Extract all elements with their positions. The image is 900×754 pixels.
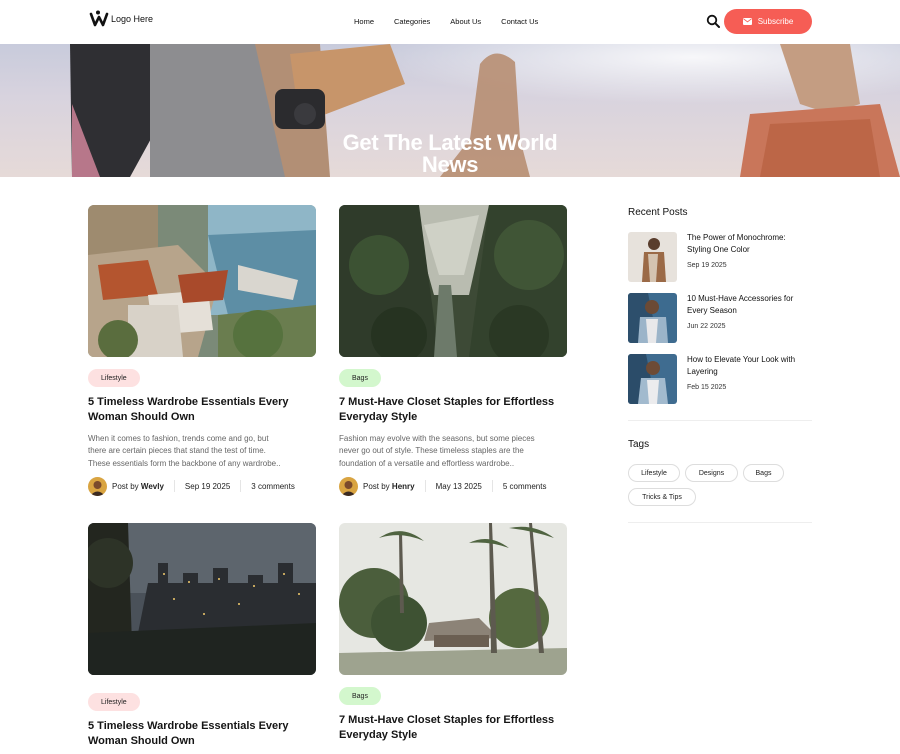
nav-about-us[interactable]: About Us bbox=[450, 17, 481, 26]
subscribe-button[interactable]: Subscribe bbox=[724, 9, 812, 34]
avatar bbox=[339, 476, 358, 496]
post-thumbnail[interactable] bbox=[88, 205, 316, 357]
recent-post-title[interactable]: How to Elevate Your Look with Layering bbox=[687, 354, 813, 378]
tags-heading: Tags bbox=[628, 439, 650, 450]
hero-title: Get The Latest World News bbox=[342, 130, 558, 177]
post-card: Lifestyle 5 Timeless Wardrobe Essentials… bbox=[88, 523, 316, 754]
tag-pill-bags[interactable]: Bags bbox=[743, 464, 784, 482]
subscribe-label: Subscribe bbox=[757, 17, 794, 26]
nav-categories[interactable]: Categories bbox=[394, 17, 430, 26]
post-title[interactable]: 5 Timeless Wardrobe Essentials Every Wom… bbox=[88, 395, 316, 425]
post-excerpt: When it comes to fashion, trends come an… bbox=[88, 434, 281, 468]
main-nav: Home Categories About Us Contact Us bbox=[354, 17, 538, 26]
post-author: Post by Henry bbox=[363, 481, 415, 491]
tag-pill-designs[interactable]: Designs bbox=[685, 464, 738, 482]
recent-post-item[interactable]: How to Elevate Your Look with Layering F… bbox=[628, 354, 812, 404]
post-meta: Post by Wevly Sep 19 2025 3 comments bbox=[88, 476, 316, 496]
recent-post-item[interactable]: 10 Must-Have Accessories for Every Seaso… bbox=[628, 293, 812, 343]
post-comments[interactable]: 5 comments bbox=[503, 482, 547, 491]
site-header: Logo Here Home Categories About Us Conta… bbox=[0, 0, 900, 44]
category-tag[interactable]: Bags bbox=[339, 369, 381, 387]
post-thumbnail[interactable] bbox=[339, 205, 567, 357]
post-excerpt: Fashion may evolve with the seasons, but… bbox=[339, 434, 535, 468]
recent-post-thumbnail[interactable] bbox=[628, 293, 677, 343]
recent-post-thumbnail[interactable] bbox=[628, 232, 677, 282]
logo-mark-icon bbox=[89, 10, 109, 27]
post-title[interactable]: 7 Must-Have Closet Staples for Effortles… bbox=[339, 395, 567, 425]
category-tag[interactable]: Lifestyle bbox=[88, 693, 140, 711]
post-card: Bags 7 Must-Have Closet Staples for Effo… bbox=[339, 205, 567, 505]
recent-post-title[interactable]: 10 Must-Have Accessories for Every Seaso… bbox=[687, 293, 813, 317]
sidebar-divider bbox=[628, 522, 812, 523]
author-name[interactable]: Henry bbox=[392, 482, 415, 491]
recent-post-thumbnail[interactable] bbox=[628, 354, 677, 404]
post-thumbnail[interactable] bbox=[88, 523, 316, 675]
post-card: Lifestyle 5 Timeless Wardrobe Essentials… bbox=[88, 205, 316, 505]
post-meta: Post by Henry May 13 2025 5 comments bbox=[339, 476, 567, 496]
meta-divider bbox=[491, 480, 493, 492]
recent-post-item[interactable]: The Power of Monochrome: Styling One Col… bbox=[628, 232, 812, 282]
meta-divider bbox=[240, 480, 242, 492]
logo-text: Logo Here bbox=[111, 14, 154, 24]
mail-icon bbox=[742, 18, 752, 25]
post-date: Sep 19 2025 bbox=[184, 481, 231, 491]
meta-divider bbox=[173, 480, 175, 492]
post-date: May 13 2025 bbox=[435, 481, 482, 491]
nav-contact-us[interactable]: Contact Us bbox=[501, 17, 538, 26]
sidebar-divider bbox=[628, 420, 812, 421]
post-card: Bags 7 Must-Have Closet Staples for Effo… bbox=[339, 523, 567, 754]
nav-home[interactable]: Home bbox=[354, 17, 374, 26]
recent-post-date: Jun 22 2025 bbox=[687, 323, 726, 330]
recent-post-title[interactable]: The Power of Monochrome: Styling One Col… bbox=[687, 232, 813, 256]
recent-post-date: Sep 19 2025 bbox=[687, 262, 727, 269]
author-name[interactable]: Wevly bbox=[141, 482, 164, 491]
post-thumbnail[interactable] bbox=[339, 523, 567, 675]
category-tag[interactable]: Bags bbox=[339, 687, 381, 705]
recent-post-date: Feb 15 2025 bbox=[687, 384, 727, 391]
avatar bbox=[88, 476, 107, 496]
search-icon[interactable] bbox=[706, 14, 720, 28]
tag-pill-lifestyle[interactable]: Lifestyle bbox=[628, 464, 680, 482]
hero-banner: Get The Latest World News bbox=[0, 44, 900, 177]
post-author: Post by Wevly bbox=[112, 481, 164, 491]
post-title[interactable]: 7 Must-Have Closet Staples for Effortles… bbox=[339, 713, 567, 743]
post-title[interactable]: 5 Timeless Wardrobe Essentials Every Wom… bbox=[88, 719, 316, 749]
meta-divider bbox=[424, 480, 426, 492]
tag-pill-tricks-tips[interactable]: Tricks & Tips bbox=[628, 488, 696, 506]
recent-posts-heading: Recent Posts bbox=[628, 207, 688, 218]
category-tag[interactable]: Lifestyle bbox=[88, 369, 140, 387]
logo[interactable]: Logo Here bbox=[89, 10, 153, 28]
post-comments[interactable]: 3 comments bbox=[251, 482, 295, 491]
